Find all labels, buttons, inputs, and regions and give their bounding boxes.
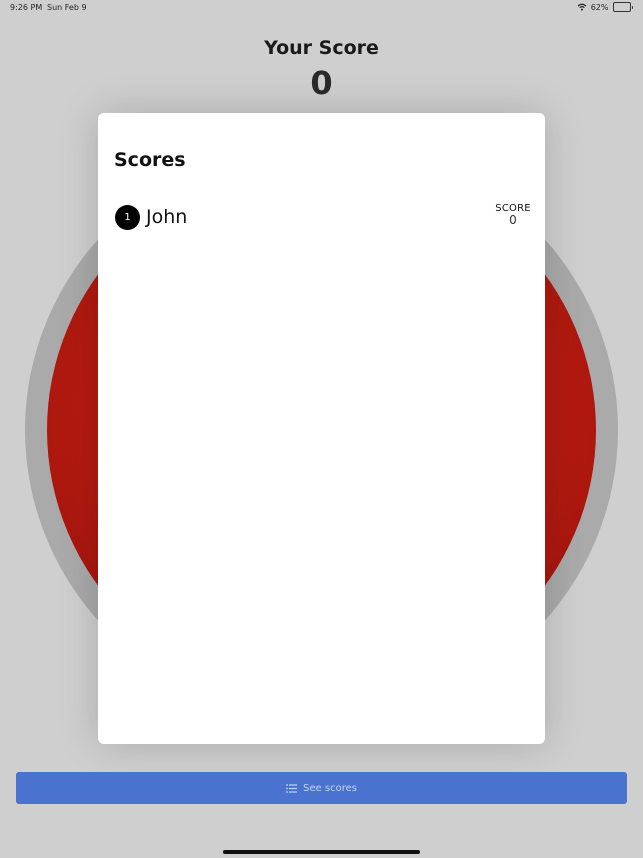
home-indicator [223, 850, 420, 854]
score-value: 0 [509, 213, 517, 227]
current-score: 0 [310, 64, 333, 102]
player-score: SCORE 0 [493, 203, 533, 227]
battery-percent: 62% [590, 2, 609, 12]
see-scores-button[interactable]: See scores [16, 772, 627, 804]
table-row[interactable]: 1 John SCORE 0 [115, 203, 533, 231]
see-scores-label: See scores [303, 782, 357, 794]
player-name: John [146, 206, 188, 228]
status-indicators: 62% [577, 2, 633, 12]
wifi-icon [577, 3, 587, 11]
rank-badge: 1 [115, 205, 140, 230]
status-bar: 9:26 PM Sun Feb 9 62% [0, 0, 643, 16]
list-icon [286, 783, 298, 793]
status-date: Sun Feb 9 [47, 3, 87, 12]
modal-title: Scores [114, 149, 186, 171]
page-title: Your Score [264, 37, 379, 59]
scores-modal: Scores 1 John SCORE 0 [98, 113, 545, 744]
battery-icon [612, 2, 633, 12]
status-time: 9:26 PM [10, 3, 43, 12]
